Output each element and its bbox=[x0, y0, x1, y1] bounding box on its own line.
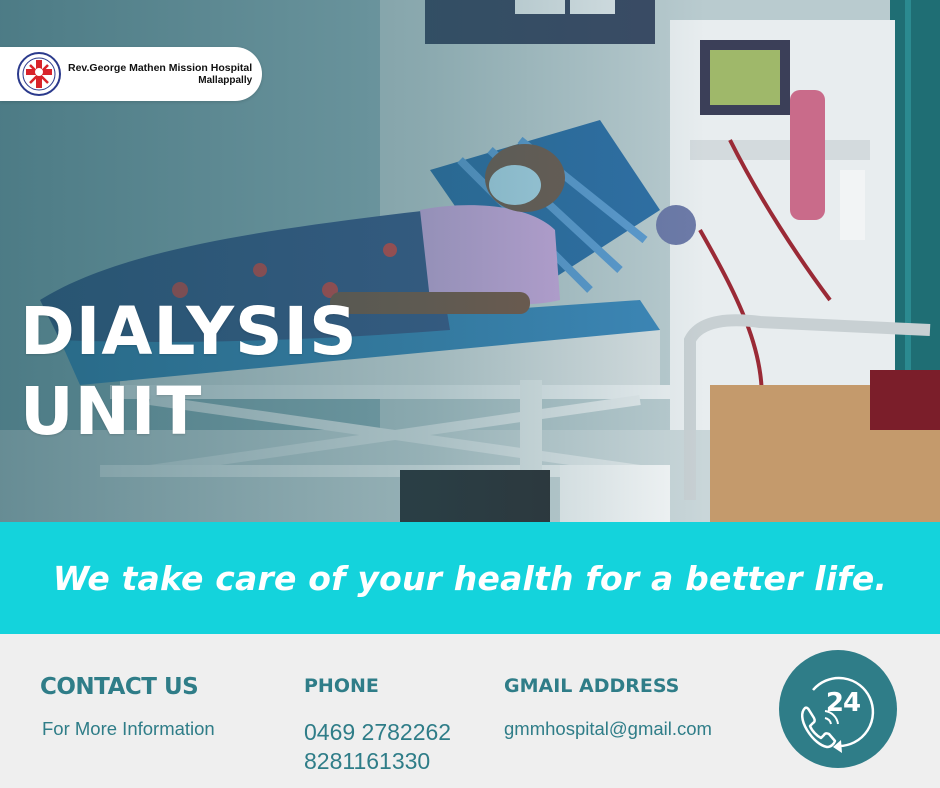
contact-footer: CONTACT US For More Information PHONE 04… bbox=[0, 634, 940, 788]
page-title: DIALYSIS UNIT bbox=[20, 292, 358, 452]
hospital-logo-pill: Rev.George Mathen Mission Hospital Malla… bbox=[0, 47, 262, 101]
tagline-band: We take care of your health for a better… bbox=[0, 522, 940, 634]
title-line-2: UNIT bbox=[20, 373, 203, 450]
hospital-location: Mallappally bbox=[198, 74, 253, 86]
email-address[interactable]: gmmhospital@gmail.com bbox=[504, 718, 712, 740]
hospital-name: Rev.George Mathen Mission Hospital bbox=[68, 61, 253, 74]
phone-number-mobile[interactable]: 8281161330 bbox=[304, 747, 430, 775]
contact-heading: CONTACT US bbox=[40, 674, 199, 700]
tagline-text: We take care of your health for a better… bbox=[52, 558, 888, 598]
title-line-1: DIALYSIS bbox=[20, 293, 358, 370]
contact-subheading: For More Information bbox=[42, 718, 215, 739]
hospital-seal-icon bbox=[17, 52, 61, 96]
phone-heading: PHONE bbox=[304, 675, 379, 697]
phone-number-landline[interactable]: 0469 2782262 bbox=[304, 718, 451, 746]
badge-24-label: 24 bbox=[825, 688, 861, 718]
phone-24h-badge: 24 bbox=[779, 650, 897, 768]
logo-text: Rev.George Mathen Mission Hospital Malla… bbox=[68, 62, 252, 87]
email-heading: GMAIL ADDRESS bbox=[504, 675, 680, 697]
